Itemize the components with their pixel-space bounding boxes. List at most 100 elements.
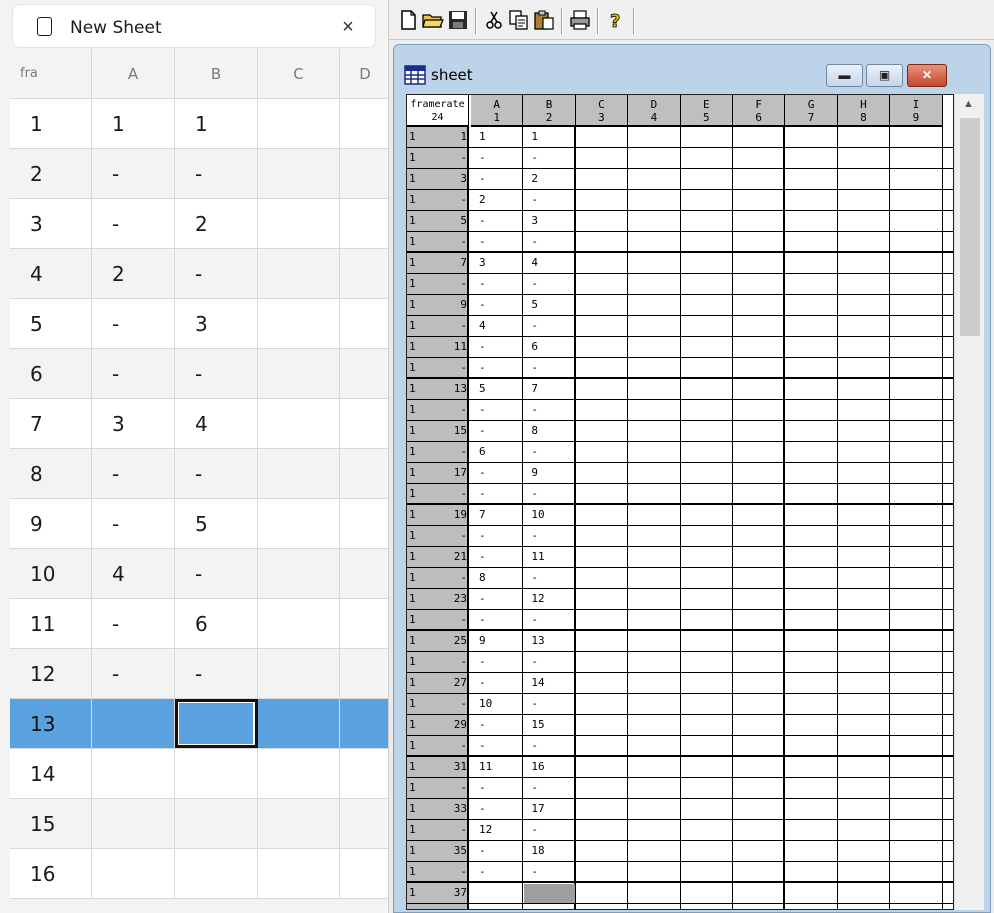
frame-number-cell[interactable]: 31 [419, 757, 467, 777]
column-header[interactable]: B [175, 49, 258, 98]
table-cell[interactable] [340, 799, 388, 848]
frame-duration-cell[interactable]: 1 [409, 547, 419, 567]
frame-number-cell[interactable]: - [419, 736, 467, 756]
cell-A[interactable]: - [479, 463, 521, 483]
cell-A[interactable]: - [479, 484, 521, 504]
column-header[interactable]: G7 [785, 95, 838, 127]
table-cell[interactable]: - [175, 549, 258, 598]
column-header[interactable]: A1 [471, 95, 524, 127]
table-cell[interactable] [258, 99, 340, 148]
frame-number-cell[interactable]: 23 [419, 589, 467, 609]
frame-number-cell[interactable]: 25 [419, 631, 467, 651]
table-cell[interactable] [92, 849, 175, 898]
frame-number-cell[interactable]: 21 [419, 547, 467, 567]
row-number-cell[interactable]: 16 [10, 849, 92, 898]
table-cell[interactable] [258, 149, 340, 198]
table-cell[interactable] [340, 299, 388, 348]
column-header[interactable]: D [340, 49, 388, 98]
cell-B[interactable]: - [531, 820, 573, 840]
cell-A[interactable]: - [479, 169, 521, 189]
frame-duration-cell[interactable]: 1 [409, 232, 419, 252]
table-cell[interactable]: 5 [175, 499, 258, 548]
cell-A[interactable]: 6 [479, 442, 521, 462]
help-icon[interactable]: ? [605, 9, 627, 33]
cell-A[interactable]: - [479, 862, 521, 882]
frame-number-cell[interactable]: 29 [419, 715, 467, 735]
table-cell[interactable] [175, 849, 258, 898]
cell-A[interactable]: - [479, 547, 521, 567]
paste-icon[interactable] [533, 9, 555, 31]
frame-duration-cell[interactable]: 1 [409, 652, 419, 672]
frame-number-cell[interactable]: 13 [419, 379, 467, 399]
table-cell[interactable] [175, 799, 258, 848]
table-cell[interactable]: - [92, 299, 175, 348]
frame-number-cell[interactable]: - [419, 610, 467, 630]
frame-duration-cell[interactable]: 1 [409, 484, 419, 504]
cell-B[interactable]: - [531, 862, 573, 882]
table-cell[interactable]: 1 [92, 99, 175, 148]
cell-A[interactable]: - [479, 799, 521, 819]
cell-B[interactable]: 16 [531, 757, 573, 777]
cell-A[interactable]: 7 [479, 505, 521, 525]
frame-duration-cell[interactable]: 1 [409, 127, 419, 147]
table-cell[interactable] [175, 749, 258, 798]
table-cell[interactable] [258, 199, 340, 248]
frame-number-cell[interactable]: - [419, 442, 467, 462]
open-folder-icon[interactable] [422, 9, 444, 31]
row-number-cell[interactable]: 9 [10, 499, 92, 548]
table-cell[interactable] [258, 699, 340, 748]
frame-number-cell[interactable]: 33 [419, 799, 467, 819]
frame-duration-cell[interactable]: 1 [409, 358, 419, 378]
table-cell[interactable] [340, 199, 388, 248]
maximize-button[interactable]: ▣ [866, 64, 903, 87]
table-cell[interactable]: - [92, 149, 175, 198]
frame-duration-cell[interactable]: 1 [409, 862, 419, 882]
row-number-cell[interactable]: 12 [10, 649, 92, 698]
table-cell[interactable] [258, 349, 340, 398]
column-header[interactable]: E5 [680, 95, 733, 127]
cell-B[interactable]: - [531, 610, 573, 630]
frame-duration-cell[interactable]: 1 [409, 337, 419, 357]
cell-A[interactable]: - [479, 673, 521, 693]
frame-number-cell[interactable]: - [419, 526, 467, 546]
cell-A[interactable]: 5 [479, 379, 521, 399]
frame-duration-cell[interactable]: 1 [409, 715, 419, 735]
row-number-cell[interactable]: 6 [10, 349, 92, 398]
table-cell[interactable]: 6 [175, 599, 258, 648]
table-cell[interactable] [258, 249, 340, 298]
new-file-icon[interactable] [397, 9, 419, 31]
close-tab-icon[interactable]: × [335, 14, 361, 40]
frame-number-cell[interactable]: 19 [419, 505, 467, 525]
frame-duration-cell[interactable]: 1 [409, 631, 419, 651]
table-cell[interactable]: 3 [175, 299, 258, 348]
frame-duration-cell[interactable]: 1 [409, 589, 419, 609]
frame-duration-cell[interactable]: 1 [409, 568, 419, 588]
frame-duration-cell[interactable]: 1 [409, 736, 419, 756]
timesheet-grid[interactable]: framerate 24 A 1 B 2 C 3 D 4 E 5 F 6 G 7 H 8 I 9 1 1 1 1 1- - -1 3-… [406, 94, 954, 910]
cell-B[interactable]: 2 [531, 169, 573, 189]
cell-B[interactable]: - [531, 526, 573, 546]
cell-B[interactable]: - [531, 148, 573, 168]
frame-number-cell[interactable]: - [419, 316, 467, 336]
column-header[interactable]: H8 [837, 95, 891, 127]
cell-B[interactable]: - [531, 568, 573, 588]
cell-A[interactable]: - [479, 337, 521, 357]
frame-number-cell[interactable]: - [419, 232, 467, 252]
table-cell[interactable] [258, 549, 340, 598]
frame-number-cell[interactable]: 37 [419, 883, 467, 903]
cell-A[interactable]: - [479, 148, 521, 168]
save-disk-icon[interactable] [447, 9, 469, 31]
frame-duration-cell[interactable]: 1 [409, 757, 419, 777]
frame-number-cell[interactable]: - [419, 484, 467, 504]
cell-A[interactable]: 9 [479, 631, 521, 651]
frame-duration-cell[interactable]: 1 [409, 211, 419, 231]
active-cell[interactable] [175, 699, 258, 748]
table-cell[interactable] [92, 699, 175, 748]
table-cell[interactable] [340, 649, 388, 698]
frame-number-cell[interactable]: - [419, 862, 467, 882]
frame-duration-cell[interactable]: 1 [409, 463, 419, 483]
scroll-up-arrow-icon[interactable]: ▲ [963, 98, 974, 110]
sheet-tab[interactable]: New Sheet × [12, 4, 376, 48]
frame-number-cell[interactable]: 17 [419, 463, 467, 483]
cell-B[interactable]: 5 [531, 295, 573, 315]
